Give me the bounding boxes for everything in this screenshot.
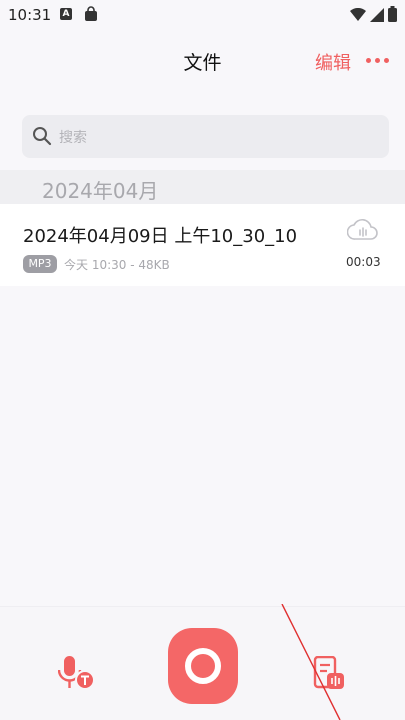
file-meta: 今天 10:30 - 48KB — [64, 258, 170, 272]
app-header: 文件 编辑 — [0, 30, 405, 92]
search-input[interactable]: 搜索 — [22, 115, 389, 158]
record-button[interactable] — [168, 628, 238, 704]
signal-icon — [370, 7, 384, 26]
status-time: 10:31 — [8, 6, 52, 24]
edit-button[interactable]: 编辑 — [315, 49, 351, 75]
shopping-bag-icon — [84, 6, 98, 26]
voice-to-text-icon[interactable] — [57, 656, 96, 696]
list-item[interactable]: 2024年04月09日 上午10_30_10 MP3 今天 10:30 - 48… — [0, 204, 405, 286]
transcript-icon[interactable] — [313, 655, 347, 696]
month-label: 2024年04月 — [42, 179, 159, 203]
status-bar: 10:31 A — [0, 0, 405, 30]
more-icon[interactable] — [366, 58, 389, 63]
format-badge: MP3 — [23, 255, 57, 273]
record-icon — [185, 648, 221, 684]
wifi-icon — [350, 7, 366, 26]
battery-icon — [388, 6, 397, 26]
status-indicators — [350, 6, 397, 26]
notification-a-icon: A — [60, 8, 72, 20]
file-duration: 00:03 — [346, 255, 381, 269]
file-name: 2024年04月09日 上午10_30_10 — [23, 226, 298, 247]
search-icon — [32, 126, 52, 150]
month-section-header: 2024年04月 — [0, 170, 405, 204]
search-placeholder: 搜索 — [59, 130, 87, 146]
cloud-icon[interactable] — [346, 217, 379, 247]
